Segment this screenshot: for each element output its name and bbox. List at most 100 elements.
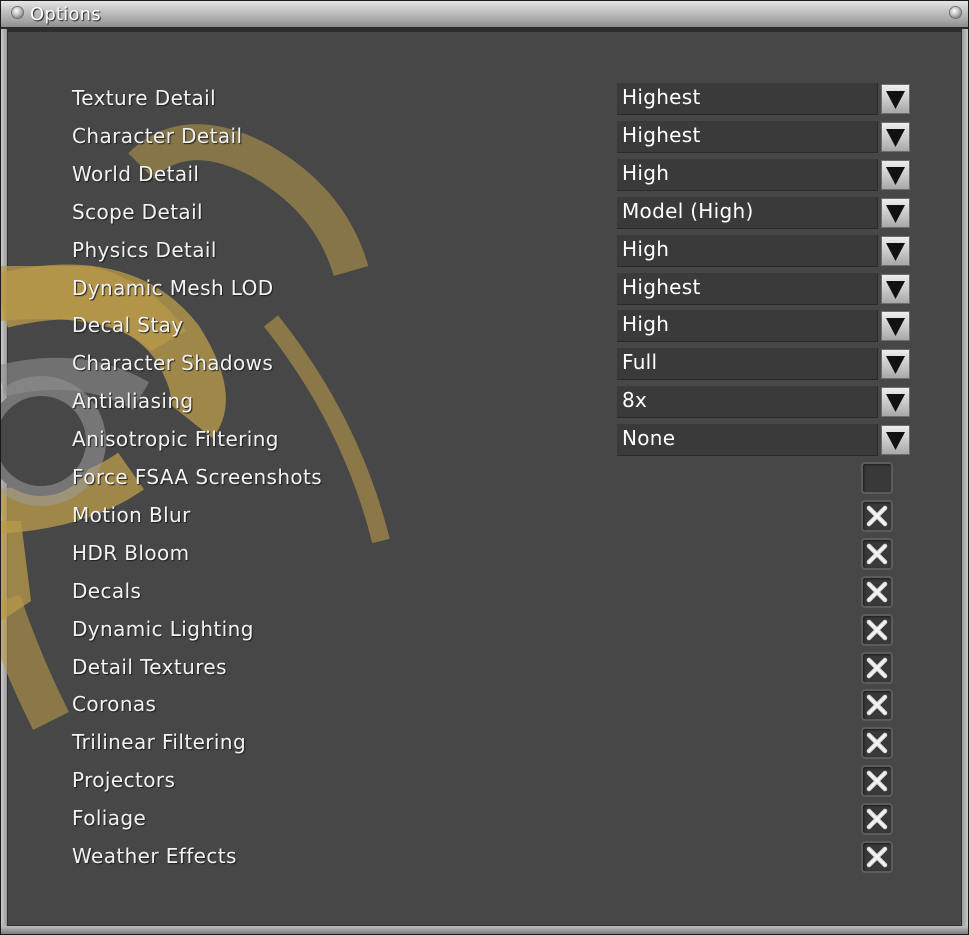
option-label: Character Shadows (72, 351, 274, 375)
option-row-physics-detail: Physics Detail High (72, 235, 912, 269)
dropdown-arrow-button[interactable] (881, 425, 910, 455)
triangle-down-icon (886, 205, 905, 223)
option-label: Decals (72, 579, 142, 603)
world-detail-dropdown[interactable]: High (617, 159, 878, 191)
option-row-decals: Decals (72, 576, 912, 610)
option-label: Dynamic Lighting (72, 617, 254, 641)
triangle-down-icon (886, 129, 905, 147)
x-mark-icon (866, 657, 888, 679)
foliage-checkbox[interactable] (861, 803, 893, 835)
hdr-bloom-checkbox[interactable] (861, 538, 893, 570)
option-label: Detail Textures (72, 655, 227, 679)
window-title: Options (30, 4, 101, 25)
option-row-dynamic-mesh-lod: Dynamic Mesh LOD Highest (72, 273, 912, 307)
triangle-down-icon (886, 356, 905, 374)
option-row-coronas: Coronas (72, 689, 912, 723)
option-label: Decal Stay (72, 313, 184, 337)
window-bottom-border (1, 926, 968, 934)
antialiasing-dropdown[interactable]: 8x (617, 386, 878, 418)
window-right-border (962, 29, 968, 929)
dynamic-mesh-lod-dropdown[interactable]: Highest (617, 273, 878, 305)
dropdown-value: 8x (622, 388, 648, 412)
window-knob-icon[interactable] (950, 7, 961, 18)
triangle-down-icon (886, 167, 905, 185)
option-row-texture-detail: Texture Detail Highest (72, 83, 912, 117)
option-label: Anisotropic Filtering (72, 427, 279, 451)
dropdown-arrow-button[interactable] (881, 160, 910, 190)
option-row-character-detail: Character Detail Highest (72, 121, 912, 155)
option-label: Coronas (72, 692, 157, 716)
option-row-trilinear-filtering: Trilinear Filtering (72, 727, 912, 761)
x-mark-icon (866, 732, 888, 754)
coronas-checkbox[interactable] (861, 689, 893, 721)
x-mark-icon (866, 846, 888, 868)
option-row-projectors: Projectors (72, 765, 912, 799)
dropdown-value: High (622, 161, 670, 185)
x-mark-icon (866, 770, 888, 792)
dropdown-arrow-button[interactable] (881, 387, 910, 417)
anisotropic-filtering-dropdown[interactable]: None (617, 424, 878, 456)
x-mark-icon (866, 694, 888, 716)
options-window: Options Texture Detail Highest Character D… (0, 0, 969, 935)
option-label: Foliage (72, 806, 147, 830)
option-label: Weather Effects (72, 844, 237, 868)
option-row-force-fsaa-screenshots: Force FSAA Screenshots (72, 462, 912, 496)
texture-detail-dropdown[interactable]: Highest (617, 83, 878, 115)
weather-effects-checkbox[interactable] (861, 841, 893, 873)
dropdown-value: High (622, 237, 670, 261)
option-row-decal-stay: Decal Stay High (72, 310, 912, 344)
window-knob-icon[interactable] (12, 7, 23, 18)
option-label: World Detail (72, 162, 200, 186)
projectors-checkbox[interactable] (861, 765, 893, 797)
dropdown-value: Highest (622, 85, 701, 109)
option-row-anisotropic-filtering: Anisotropic Filtering None (72, 424, 912, 458)
title-bar[interactable]: Options (1, 1, 968, 29)
motion-blur-checkbox[interactable] (861, 500, 893, 532)
option-row-world-detail: World Detail High (72, 159, 912, 193)
dropdown-arrow-button[interactable] (881, 122, 910, 152)
option-row-hdr-bloom: HDR Bloom (72, 538, 912, 572)
dropdown-value: Highest (622, 123, 701, 147)
option-label: Motion Blur (72, 503, 191, 527)
option-row-foliage: Foliage (72, 803, 912, 837)
option-row-scope-detail: Scope Detail Model (High) (72, 197, 912, 231)
force-fsaa-screenshots-checkbox[interactable] (861, 462, 893, 494)
triangle-down-icon (886, 281, 905, 299)
character-shadows-dropdown[interactable]: Full (617, 348, 878, 380)
dropdown-value: Model (High) (622, 199, 754, 223)
x-mark-icon (866, 543, 888, 565)
trilinear-filtering-checkbox[interactable] (861, 727, 893, 759)
option-row-character-shadows: Character Shadows Full (72, 348, 912, 382)
dynamic-lighting-checkbox[interactable] (861, 614, 893, 646)
option-label: Force FSAA Screenshots (72, 465, 323, 489)
dropdown-arrow-button[interactable] (881, 84, 910, 114)
option-label: Antialiasing (72, 389, 194, 413)
x-mark-icon (866, 505, 888, 527)
x-mark-icon (866, 808, 888, 830)
triangle-down-icon (886, 432, 905, 450)
physics-detail-dropdown[interactable]: High (617, 235, 878, 267)
detail-textures-checkbox[interactable] (861, 652, 893, 684)
dropdown-arrow-button[interactable] (881, 236, 910, 266)
dropdown-arrow-button[interactable] (881, 274, 910, 304)
triangle-down-icon (886, 91, 905, 109)
option-label: HDR Bloom (72, 541, 190, 565)
option-row-antialiasing: Antialiasing 8x (72, 386, 912, 420)
decal-stay-dropdown[interactable]: High (617, 310, 878, 342)
option-label: Dynamic Mesh LOD (72, 276, 274, 300)
option-label: Trilinear Filtering (72, 730, 247, 754)
dropdown-arrow-button[interactable] (881, 311, 910, 341)
character-detail-dropdown[interactable]: Highest (617, 121, 878, 153)
option-label: Projectors (72, 768, 176, 792)
option-label: Texture Detail (72, 86, 217, 110)
option-label: Physics Detail (72, 238, 217, 262)
triangle-down-icon (886, 243, 905, 261)
dropdown-value: Full (622, 350, 658, 374)
decals-checkbox[interactable] (861, 576, 893, 608)
dropdown-arrow-button[interactable] (881, 198, 910, 228)
scope-detail-dropdown[interactable]: Model (High) (617, 197, 878, 229)
dropdown-value: Highest (622, 275, 701, 299)
option-label: Scope Detail (72, 200, 204, 224)
dropdown-arrow-button[interactable] (881, 349, 910, 379)
triangle-down-icon (886, 394, 905, 412)
